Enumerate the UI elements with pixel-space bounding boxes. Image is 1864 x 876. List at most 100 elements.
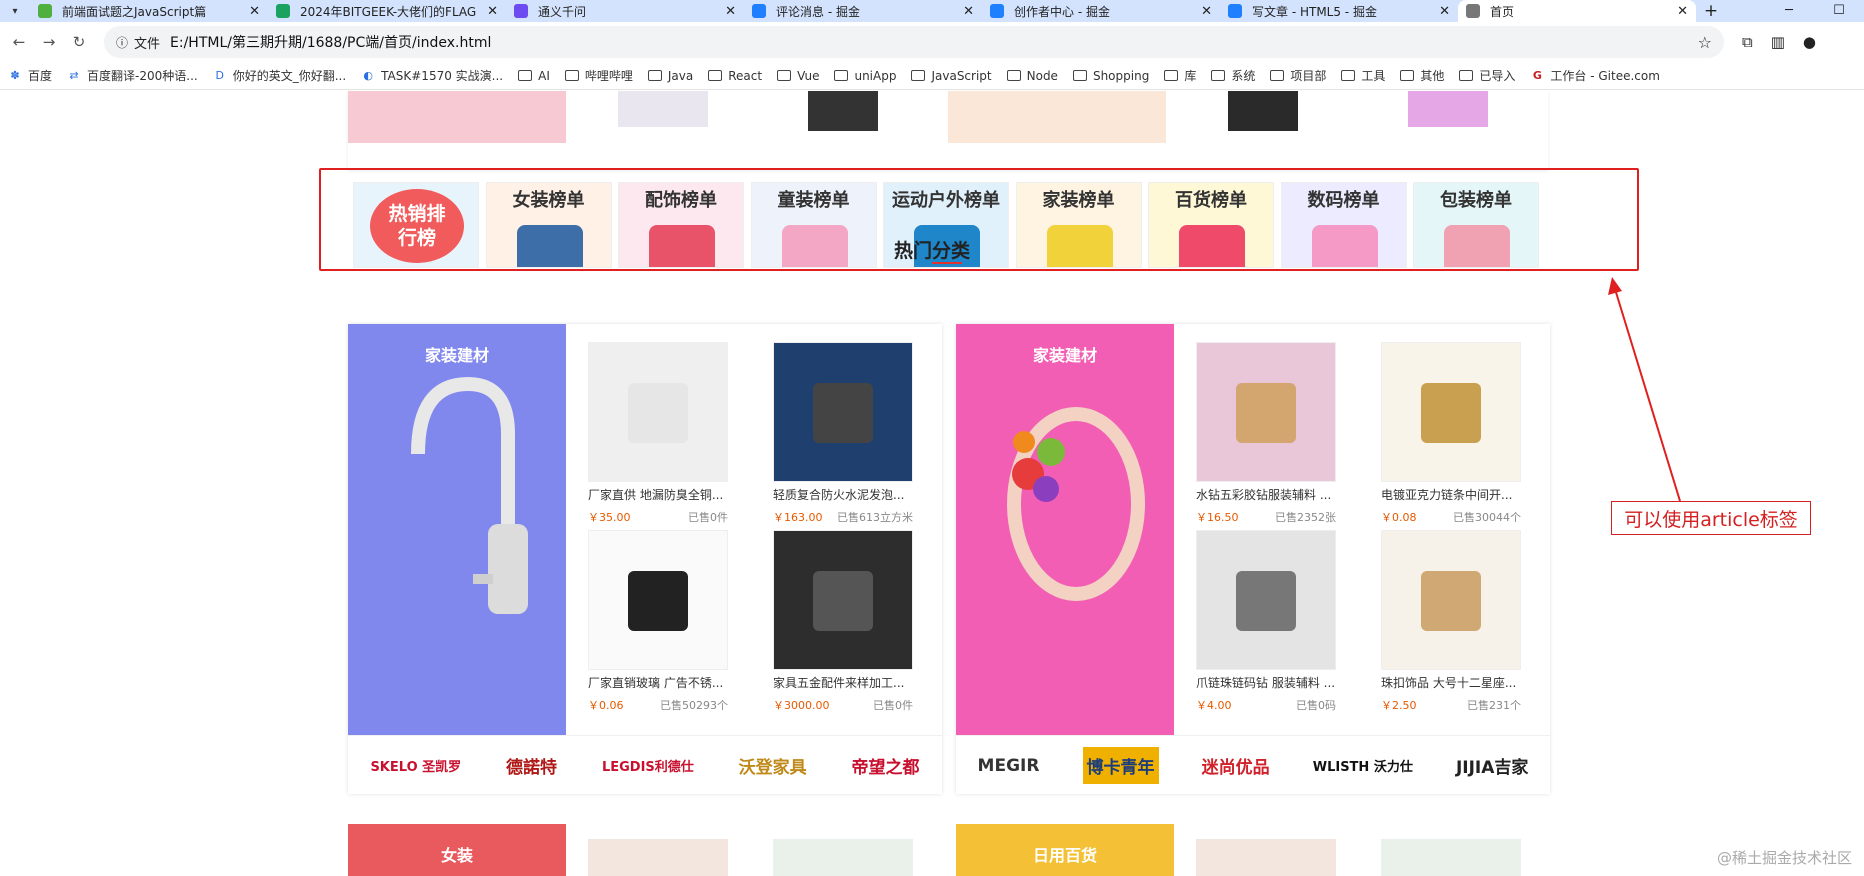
- product-name[interactable]: 水钻五彩胶钻服装辅料 ...: [1196, 486, 1336, 503]
- product-image[interactable]: [1196, 839, 1336, 876]
- bookmark-star-icon[interactable]: ☆: [1698, 33, 1712, 52]
- product-card[interactable]: 厂家直销玻璃 广告不锈... ￥0.06 已售50293个: [588, 530, 728, 718]
- product-card[interactable]: 电镀亚克力链条中间开... ￥0.08 已售30044个: [1381, 342, 1521, 530]
- bookmark-item[interactable]: 系统: [1211, 67, 1255, 84]
- info-icon[interactable]: ⓘ: [116, 34, 128, 51]
- close-tab-icon[interactable]: ✕: [1201, 4, 1212, 19]
- product-name[interactable]: 厂家直供 地漏防臭全铜...: [588, 486, 728, 503]
- product-image[interactable]: [588, 530, 728, 670]
- bookmark-item[interactable]: 哔哩哔哩: [564, 67, 633, 84]
- tab[interactable]: 写文章 - HTML5 - 掘金 ✕: [1220, 0, 1458, 22]
- brand-logo[interactable]: 迷尚优品: [1202, 753, 1270, 778]
- product-sold: 已售613立方米: [837, 511, 913, 524]
- close-tab-icon[interactable]: ✕: [1677, 4, 1688, 19]
- brand-logo[interactable]: JIJIA吉家: [1456, 753, 1528, 778]
- close-tab-icon[interactable]: ✕: [725, 4, 736, 19]
- bookmark-item[interactable]: 其他: [1400, 67, 1444, 84]
- close-tab-icon[interactable]: ✕: [487, 4, 498, 19]
- product-image[interactable]: [773, 530, 913, 670]
- bookmark-item[interactable]: uniApp: [834, 69, 896, 83]
- category-panel: 家装建材 水钻五彩胶钻服装辅料 ... ￥16.50 已售2352张 电镀亚克力链…: [956, 324, 1550, 794]
- brand-logo[interactable]: 沃登家具: [739, 753, 807, 778]
- brand-logo[interactable]: 帝望之都: [852, 753, 920, 778]
- sidepanel-icon[interactable]: ▥: [1771, 33, 1785, 51]
- brand-logo[interactable]: SKELO 圣凯罗: [370, 756, 461, 775]
- product-image[interactable]: [773, 839, 913, 876]
- category-banner[interactable]: 女装: [348, 824, 566, 876]
- bookmark-item[interactable]: React: [708, 69, 762, 83]
- omnibox[interactable]: ⓘ 文件 E:/HTML/第三期升期/1688/PC端/首页/index.htm…: [104, 26, 1724, 58]
- tab[interactable]: 评论消息 - 掘金 ✕: [744, 0, 982, 22]
- product-name[interactable]: 珠扣饰品 大号十二星座...: [1381, 674, 1521, 691]
- bookmark-item[interactable]: AI: [518, 69, 550, 83]
- product-image[interactable]: [1381, 342, 1521, 482]
- product-image[interactable]: [588, 342, 728, 482]
- tab[interactable]: 通义千问 ✕: [506, 0, 744, 22]
- product-card[interactable]: 爪链珠链码钻 服装辅料 ... ￥4.00 已售0码: [1196, 530, 1336, 718]
- brand-logo[interactable]: 德諾特: [506, 753, 557, 778]
- bookmark-item[interactable]: ✽ 百度: [8, 67, 52, 84]
- category-banner[interactable]: 日用百货: [956, 824, 1174, 876]
- product-image[interactable]: [773, 342, 913, 482]
- site-icon: ◐: [363, 69, 373, 82]
- tab[interactable]: 创作者中心 - 掘金 ✕: [982, 0, 1220, 22]
- bookmark-item[interactable]: JavaScript: [911, 69, 992, 83]
- tab[interactable]: 2024年BITGEEK-大佬们的FLAG ✕: [268, 0, 506, 22]
- product-image[interactable]: [1381, 839, 1521, 876]
- tab[interactable]: 首页 ✕: [1458, 0, 1696, 22]
- bookmark-item[interactable]: G 工作台 - Gitee.com: [1530, 67, 1660, 84]
- product-name[interactable]: 爪链珠链码钻 服装辅料 ...: [1196, 674, 1336, 691]
- product-image[interactable]: [1381, 530, 1521, 670]
- bookmark-item[interactable]: Vue: [777, 69, 819, 83]
- bookmark-item[interactable]: 已导入: [1459, 67, 1515, 84]
- extensions-icon[interactable]: ⧉: [1742, 33, 1753, 51]
- bookmark-item[interactable]: Shopping: [1072, 68, 1150, 83]
- brand-logo[interactable]: MEGIR: [978, 756, 1040, 776]
- product-card[interactable]: 珠扣饰品 大号十二星座... ￥2.50 已售231个: [1381, 530, 1521, 718]
- bookmark-item[interactable]: ◐ TASK#1570 实战演...: [361, 67, 503, 84]
- product-image[interactable]: [588, 839, 728, 876]
- bookmarks-bar: ✽ 百度 ⇄ 百度翻译-200种语... D 你好的英文_你好翻... ◐ TASK#1570…: [0, 62, 1864, 90]
- bookmark-item[interactable]: 库: [1164, 67, 1196, 84]
- back-icon[interactable]: ←: [4, 33, 34, 51]
- bookmark-item[interactable]: ⇄ 百度翻译-200种语...: [67, 67, 197, 84]
- bookmark-item[interactable]: Node: [1006, 69, 1058, 83]
- brand-logo[interactable]: 博卡青年: [1082, 747, 1159, 784]
- bookmark-item[interactable]: D 你好的英文_你好翻...: [213, 67, 346, 84]
- new-tab-button[interactable]: +: [1696, 0, 1726, 22]
- url-text[interactable]: E:/HTML/第三期升期/1688/PC端/首页/index.html: [170, 32, 491, 52]
- category-banner[interactable]: 家装建材: [956, 324, 1174, 735]
- close-tab-icon[interactable]: ✕: [963, 4, 974, 19]
- category-banner[interactable]: 家装建材: [348, 324, 566, 735]
- product-card[interactable]: 水钻五彩胶钻服装辅料 ... ￥16.50 已售2352张: [1196, 342, 1336, 530]
- maximize-icon[interactable]: ☐: [1814, 0, 1864, 22]
- product-name[interactable]: 电镀亚克力链条中间开...: [1381, 486, 1521, 503]
- forward-icon[interactable]: →: [34, 33, 64, 51]
- tab-search-icon[interactable]: ▾: [0, 0, 30, 22]
- folder-icon: [1072, 70, 1087, 81]
- tab[interactable]: 前端面试题之JavaScript篇 ✕: [30, 0, 268, 22]
- product-price: ￥2.50: [1381, 699, 1417, 712]
- close-tab-icon[interactable]: ✕: [1439, 4, 1450, 19]
- product-image[interactable]: [1196, 530, 1336, 670]
- bookmark-item[interactable]: Java: [647, 69, 693, 83]
- product-image[interactable]: [1196, 342, 1336, 482]
- close-tab-icon[interactable]: ✕: [249, 4, 260, 19]
- bookmark-label: Shopping: [1092, 68, 1150, 83]
- folder-icon: [834, 70, 849, 81]
- bookmark-item[interactable]: 项目部: [1270, 67, 1326, 84]
- bookmark-label: React: [728, 68, 763, 83]
- ranking-label: 包装榜单: [1440, 190, 1512, 211]
- profile-icon[interactable]: ●: [1803, 33, 1816, 51]
- brand-logo[interactable]: WLISTH 沃力仕: [1313, 756, 1413, 775]
- product-card[interactable]: 厂家直供 地漏防臭全铜... ￥35.00 已售0件: [588, 342, 728, 530]
- product-card[interactable]: 家具五金配件来样加工... ￥3000.00 已售0件: [773, 530, 913, 718]
- product-name[interactable]: 轻质复合防火水泥发泡...: [773, 486, 913, 503]
- brand-logo[interactable]: LEGDIS利德仕: [602, 756, 694, 775]
- minimize-icon[interactable]: ─: [1764, 0, 1814, 22]
- product-card[interactable]: 轻质复合防火水泥发泡... ￥163.00 已售613立方米: [773, 342, 913, 530]
- product-name[interactable]: 厂家直销玻璃 广告不锈...: [588, 674, 728, 691]
- reload-icon[interactable]: ↻: [64, 33, 94, 51]
- product-name[interactable]: 家具五金配件来样加工...: [773, 674, 913, 691]
- bookmark-item[interactable]: 工具: [1341, 67, 1385, 84]
